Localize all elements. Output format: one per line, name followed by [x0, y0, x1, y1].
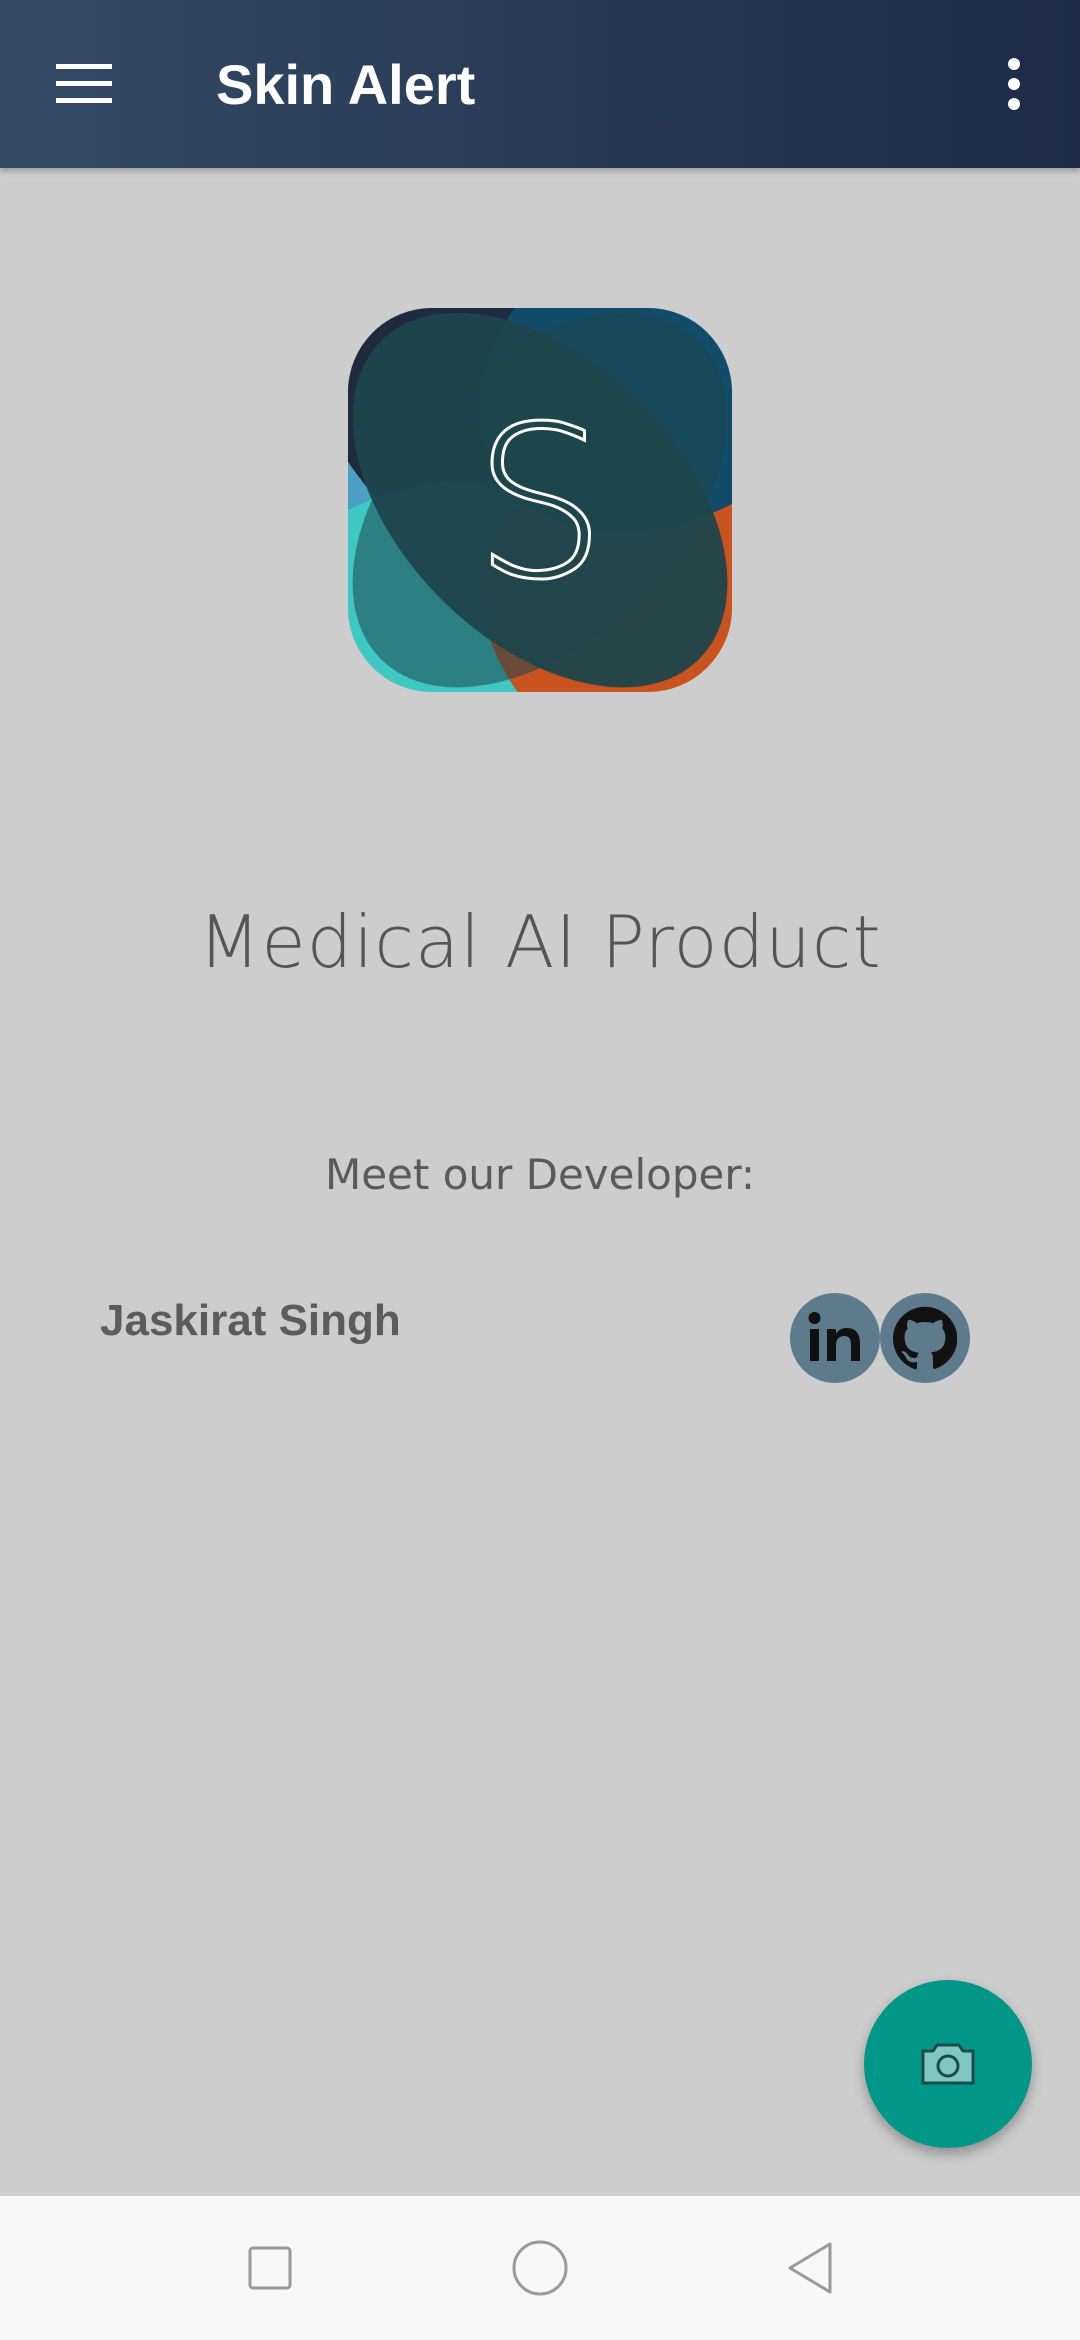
overflow-menu-button[interactable]	[966, 36, 1062, 132]
back-button[interactable]	[760, 2218, 860, 2318]
recents-button[interactable]	[220, 2218, 320, 2318]
triangle-back-icon	[788, 2242, 832, 2294]
developer-name: Jaskirat Singh	[100, 1296, 401, 1345]
square-recents-icon	[248, 2246, 292, 2290]
camera-icon	[921, 2043, 975, 2085]
app-logo: S	[348, 308, 732, 692]
product-tagline: Medical AI Product	[198, 900, 882, 984]
system-navigation-bar	[0, 2196, 1080, 2340]
logo-letter: S	[473, 381, 606, 626]
menu-button[interactable]	[30, 36, 138, 132]
more-vert-icon	[1008, 58, 1020, 110]
linkedin-icon	[808, 1312, 860, 1361]
github-icon	[893, 1306, 957, 1370]
camera-fab-button[interactable]	[864, 1980, 1032, 2148]
top-app-bar: Skin Alert	[0, 0, 1080, 168]
linkedin-button[interactable]	[790, 1293, 880, 1383]
home-button[interactable]	[490, 2218, 590, 2318]
github-button[interactable]	[880, 1293, 970, 1383]
app-screen: Skin Alert S Medical AI Product Meet our…	[0, 0, 1080, 2340]
meet-developer-heading: Meet our Developer:	[324, 1150, 756, 1199]
hamburger-menu-icon	[56, 64, 112, 103]
circle-home-icon	[512, 2240, 568, 2296]
app-title: Skin Alert	[216, 53, 476, 116]
